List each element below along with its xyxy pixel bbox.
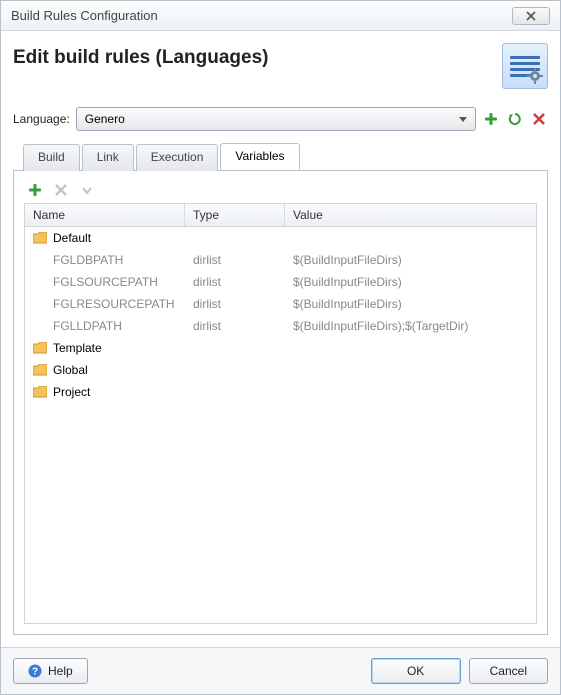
variable-row[interactable]: FGLSOURCEPATH dirlist $(BuildInputFileDi… [25, 271, 536, 293]
cancel-label: Cancel [490, 664, 527, 678]
add-language-button[interactable] [482, 110, 500, 128]
language-row: Language: Genero [13, 107, 548, 131]
group-label: Default [53, 231, 91, 245]
variable-type: dirlist [185, 295, 285, 313]
tab-execution[interactable]: Execution [136, 144, 219, 171]
tab-variables[interactable]: Variables [220, 143, 299, 170]
help-icon: ? [28, 664, 42, 678]
window-close-button[interactable] [512, 7, 550, 25]
bottom-bar: ? Help OK Cancel [1, 647, 560, 694]
group-label: Global [53, 363, 88, 377]
titlebar: Build Rules Configuration [1, 1, 560, 31]
variable-value: $(BuildInputFileDirs) [285, 295, 536, 313]
folder-icon [33, 364, 47, 376]
delete-icon [532, 112, 546, 126]
refresh-icon [508, 112, 522, 126]
plus-icon [28, 183, 42, 197]
variable-name: FGLLDPATH [25, 317, 185, 335]
variable-value: $(BuildInputFileDirs);$(TargetDir) [285, 317, 536, 335]
language-label: Language: [13, 112, 70, 126]
variable-name: FGLRESOURCEPATH [25, 295, 185, 313]
variable-row[interactable]: FGLLDPATH dirlist $(BuildInputFileDirs);… [25, 315, 536, 337]
ok-label: OK [407, 664, 424, 678]
gear-icon [527, 68, 543, 84]
cancel-button[interactable]: Cancel [469, 658, 548, 684]
content-area: Edit build rules (Languages) Language: [1, 31, 560, 647]
folder-icon [33, 342, 47, 354]
variable-value: $(BuildInputFileDirs) [285, 251, 536, 269]
variable-name: FGLSOURCEPATH [25, 273, 185, 291]
column-header-type[interactable]: Type [185, 204, 285, 226]
variable-value: $(BuildInputFileDirs) [285, 273, 536, 291]
chevron-down-icon [80, 183, 94, 197]
svg-text:?: ? [32, 667, 38, 678]
remove-variable-button[interactable] [52, 181, 70, 199]
delete-icon [54, 183, 68, 197]
refresh-language-button[interactable] [506, 110, 524, 128]
folder-icon [33, 232, 47, 244]
add-variable-button[interactable] [26, 181, 44, 199]
variable-name: FGLDBPATH [25, 251, 185, 269]
language-select[interactable]: Genero [76, 107, 476, 131]
column-header-value[interactable]: Value [285, 204, 536, 226]
variable-type: dirlist [185, 317, 285, 335]
group-label: Template [53, 341, 102, 355]
group-template[interactable]: Template [25, 337, 536, 359]
tab-link[interactable]: Link [82, 144, 134, 171]
folder-icon [33, 386, 47, 398]
language-selected-value: Genero [85, 112, 125, 126]
plus-icon [484, 112, 498, 126]
group-default[interactable]: Default [25, 227, 536, 249]
help-label: Help [48, 664, 73, 678]
delete-language-button[interactable] [530, 110, 548, 128]
rules-icon [502, 43, 548, 89]
grid-header: Name Type Value [25, 204, 536, 227]
tab-strip: Build Link Execution Variables [13, 143, 548, 171]
variable-row[interactable]: FGLDBPATH dirlist $(BuildInputFileDirs) [25, 249, 536, 271]
help-button[interactable]: ? Help [13, 658, 88, 684]
window: Build Rules Configuration Edit build rul… [0, 0, 561, 695]
close-icon [525, 11, 537, 21]
move-variable-button[interactable] [78, 181, 96, 199]
ok-button[interactable]: OK [371, 658, 461, 684]
tab-body-variables: Name Type Value Default FGLDBPATH dirlis… [13, 170, 548, 635]
group-project[interactable]: Project [25, 381, 536, 403]
variable-type: dirlist [185, 251, 285, 269]
header: Edit build rules (Languages) [13, 43, 548, 89]
page-title: Edit build rules (Languages) [13, 43, 502, 69]
variable-type: dirlist [185, 273, 285, 291]
group-label: Project [53, 385, 90, 399]
column-header-name[interactable]: Name [25, 204, 185, 226]
variables-toolbar [24, 181, 537, 199]
window-title: Build Rules Configuration [11, 8, 512, 23]
variables-grid[interactable]: Name Type Value Default FGLDBPATH dirlis… [24, 203, 537, 624]
variable-row[interactable]: FGLRESOURCEPATH dirlist $(BuildInputFile… [25, 293, 536, 315]
group-global[interactable]: Global [25, 359, 536, 381]
tab-build[interactable]: Build [23, 144, 80, 171]
